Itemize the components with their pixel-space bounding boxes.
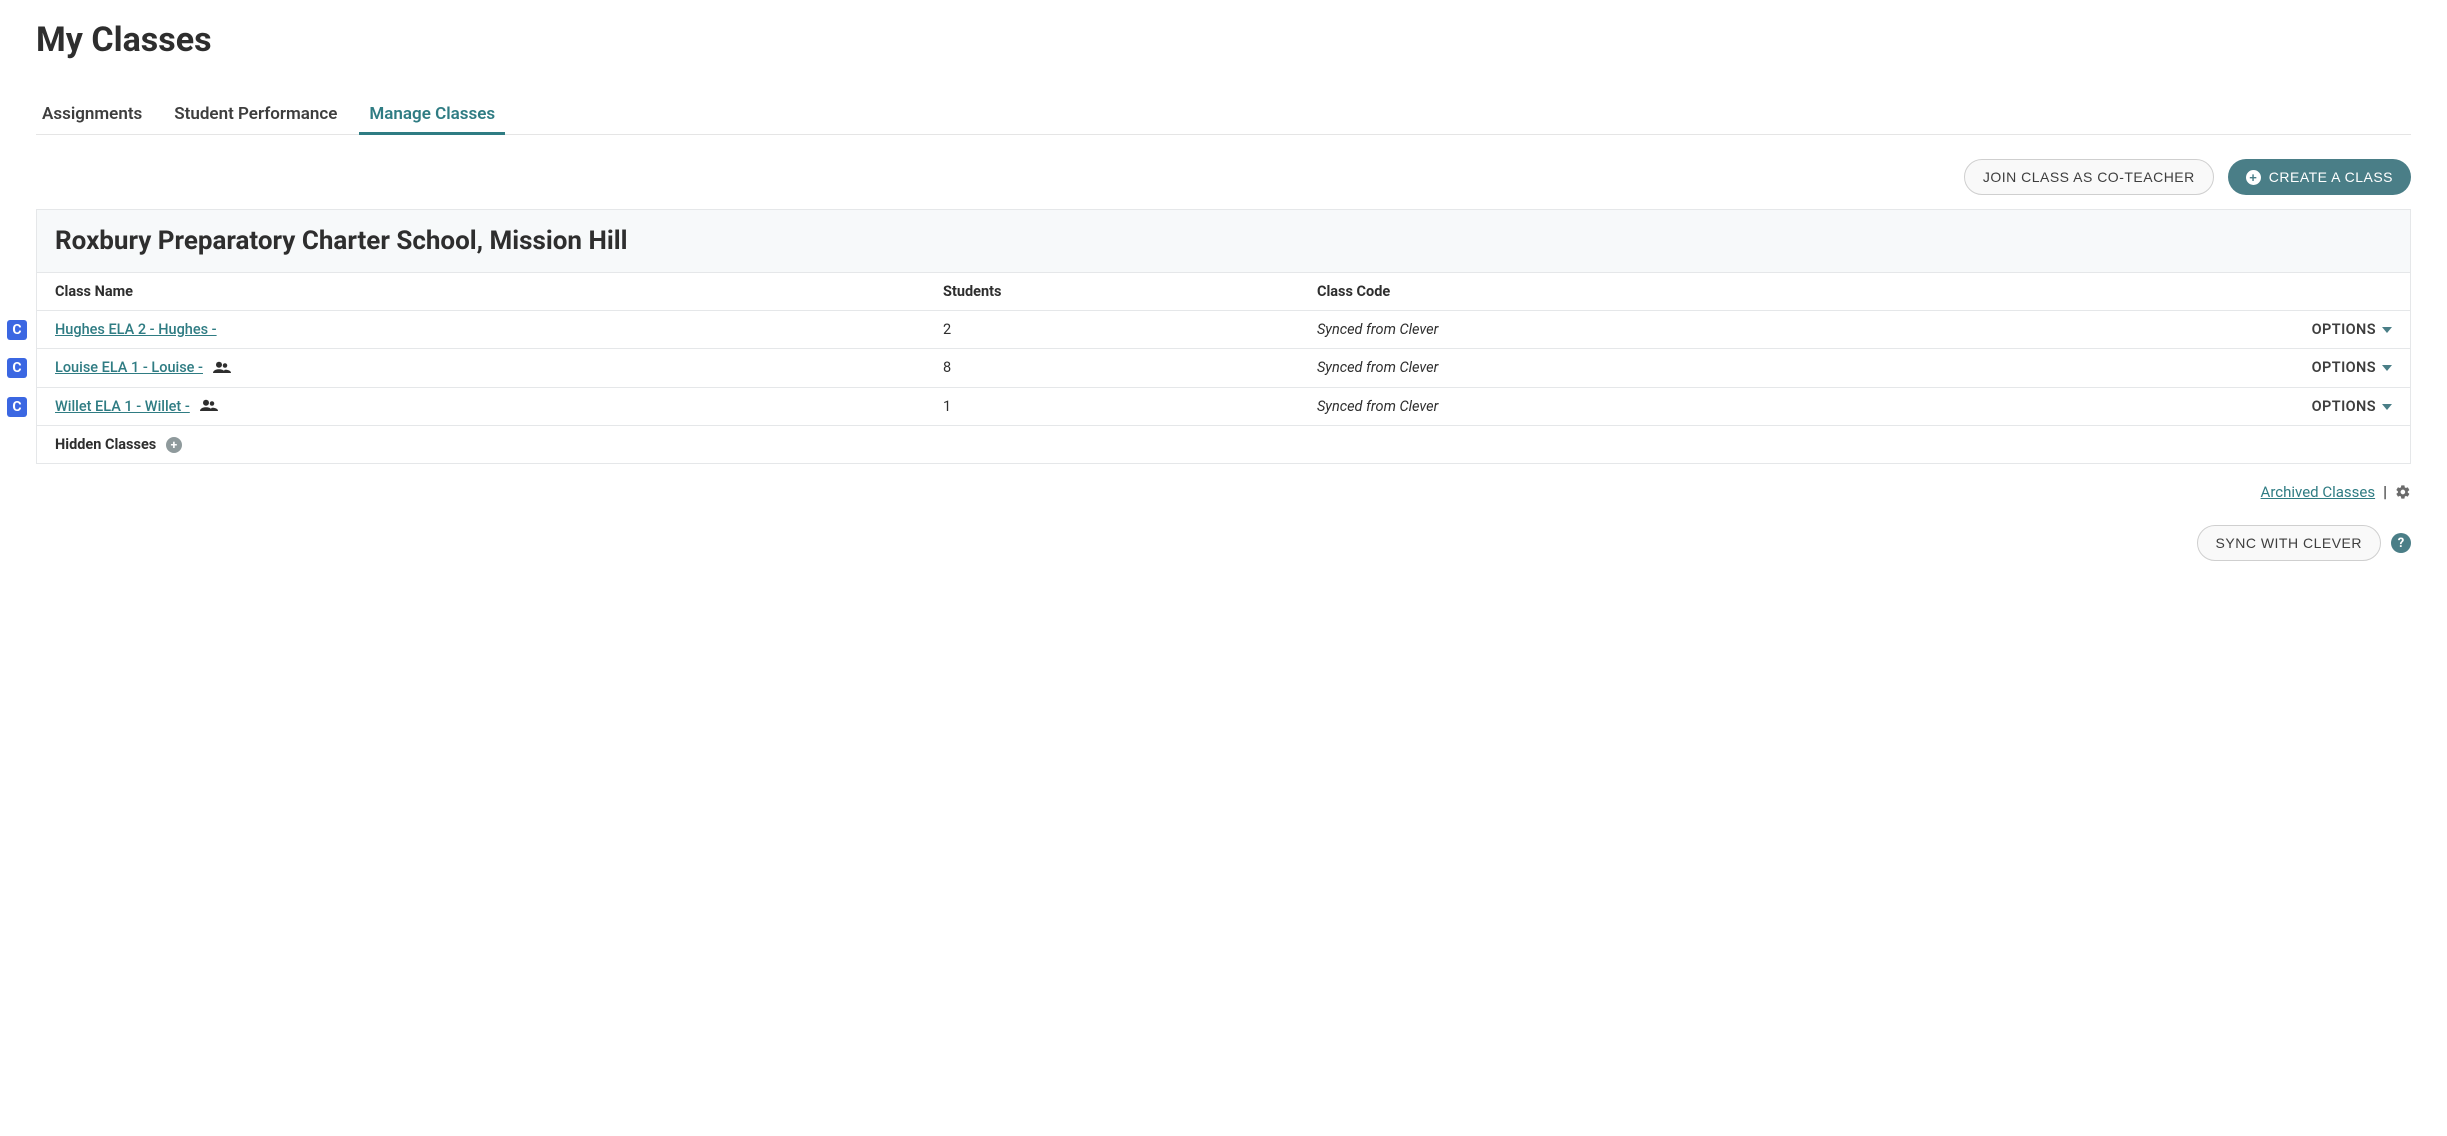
clever-badge-icon: C — [7, 320, 27, 340]
table-row: CWillet ELA 1 - Willet -1Synced from Cle… — [37, 387, 2410, 426]
divider: | — [2383, 482, 2387, 501]
tabs: Assignments Student Performance Manage C… — [36, 96, 2411, 135]
col-students: Students — [943, 283, 1317, 300]
class-code: Synced from Clever — [1317, 398, 2018, 415]
col-class-code: Class Code — [1317, 283, 2018, 300]
students-count: 8 — [943, 359, 1317, 376]
class-name-link[interactable]: Louise ELA 1 - Louise - — [55, 359, 203, 376]
col-class-name: Class Name — [55, 283, 943, 300]
options-dropdown[interactable]: OPTIONS — [2018, 359, 2392, 376]
archived-classes-link[interactable]: Archived Classes — [2261, 483, 2376, 501]
options-dropdown[interactable]: OPTIONS — [2018, 321, 2392, 338]
expand-icon: + — [166, 437, 182, 453]
actions-row: JOIN CLASS AS CO-TEACHER + CREATE A CLAS… — [36, 159, 2411, 195]
page-title: My Classes — [36, 20, 2411, 60]
chevron-down-icon — [2382, 365, 2392, 371]
clever-badge-icon: C — [7, 358, 27, 378]
gear-icon[interactable] — [2395, 484, 2411, 500]
join-co-teacher-button[interactable]: JOIN CLASS AS CO-TEACHER — [1964, 159, 2214, 195]
tab-assignments[interactable]: Assignments — [36, 96, 148, 134]
school-header: Roxbury Preparatory Charter School, Miss… — [36, 209, 2411, 272]
school-name: Roxbury Preparatory Charter School, Miss… — [55, 226, 2392, 256]
class-name-link[interactable]: Willet ELA 1 - Willet - — [55, 398, 190, 415]
options-dropdown[interactable]: OPTIONS — [2018, 398, 2392, 415]
tab-manage-classes[interactable]: Manage Classes — [363, 96, 501, 134]
sync-row: SYNC WITH CLEVER ? — [36, 525, 2411, 561]
table-row: CHughes ELA 2 - Hughes -2Synced from Cle… — [37, 310, 2410, 348]
table-row: CLouise ELA 1 - Louise -8Synced from Cle… — [37, 348, 2410, 387]
class-code: Synced from Clever — [1317, 321, 2018, 338]
classes-table: Class Name Students Class Code CHughes E… — [36, 272, 2411, 464]
hidden-classes-label: Hidden Classes — [55, 436, 156, 453]
clever-badge-icon: C — [7, 397, 27, 417]
table-header: Class Name Students Class Code — [37, 272, 2410, 310]
options-label: OPTIONS — [2312, 321, 2376, 338]
tab-student-performance[interactable]: Student Performance — [168, 96, 343, 134]
plus-icon: + — [2246, 170, 2261, 185]
options-label: OPTIONS — [2312, 398, 2376, 415]
options-label: OPTIONS — [2312, 359, 2376, 376]
help-icon[interactable]: ? — [2391, 533, 2411, 553]
chevron-down-icon — [2382, 327, 2392, 333]
coteacher-icon — [200, 398, 218, 415]
coteacher-icon — [213, 360, 231, 377]
class-code: Synced from Clever — [1317, 359, 2018, 376]
hidden-classes-toggle[interactable]: Hidden Classes + — [37, 425, 2410, 463]
chevron-down-icon — [2382, 404, 2392, 410]
students-count: 2 — [943, 321, 1317, 338]
sync-with-clever-button[interactable]: SYNC WITH CLEVER — [2197, 525, 2381, 561]
create-class-button[interactable]: + CREATE A CLASS — [2228, 159, 2411, 195]
create-class-label: CREATE A CLASS — [2269, 169, 2393, 185]
footer-links: Archived Classes | — [36, 482, 2411, 501]
class-name-link[interactable]: Hughes ELA 2 - Hughes - — [55, 321, 217, 338]
students-count: 1 — [943, 398, 1317, 415]
